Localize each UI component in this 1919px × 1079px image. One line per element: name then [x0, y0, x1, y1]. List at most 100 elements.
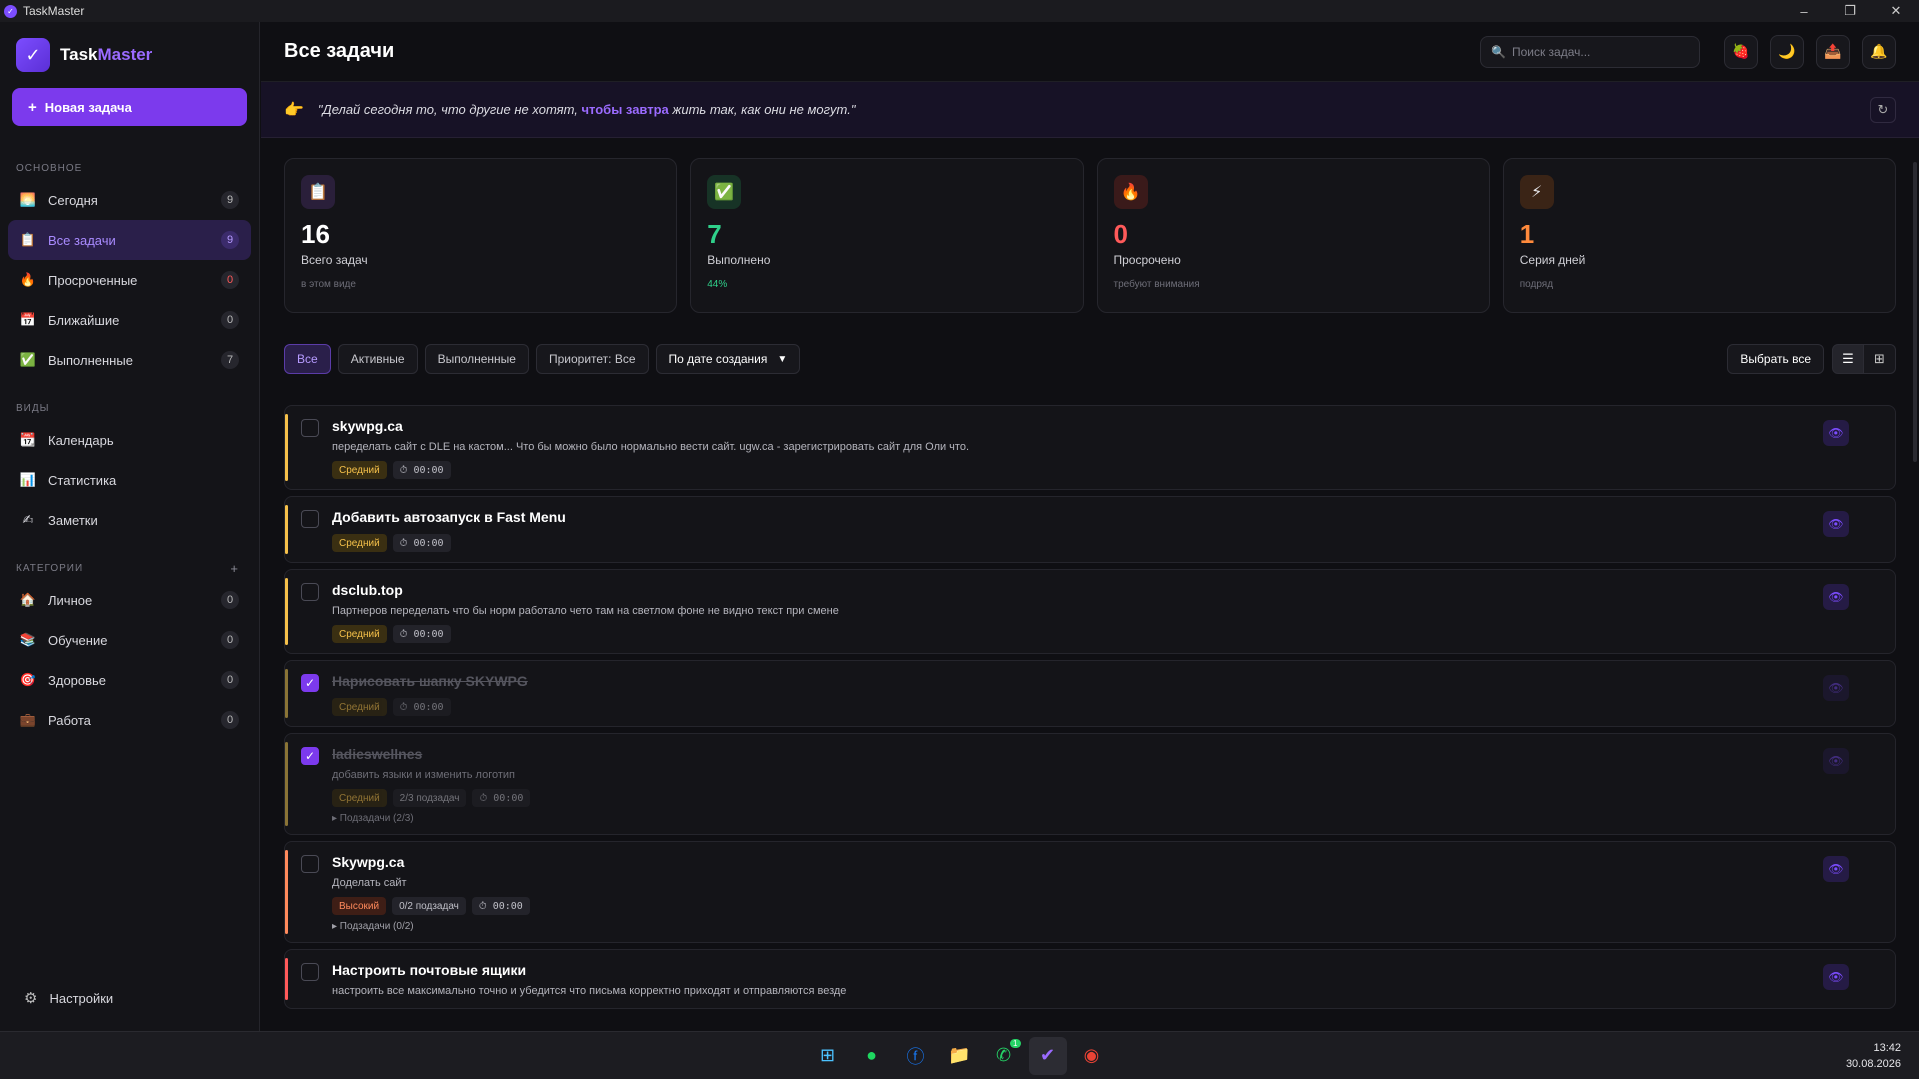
- sidebar-item-health[interactable]: 🎯 Здоровье 0: [8, 660, 251, 700]
- view-task-button[interactable]: 👁: [1823, 584, 1849, 610]
- whatsapp-icon[interactable]: ✆ 1: [985, 1037, 1023, 1075]
- view-task-button[interactable]: 👁: [1823, 856, 1849, 882]
- chrome-icon[interactable]: ◉: [1073, 1037, 1111, 1075]
- stat-value: 16: [301, 219, 330, 249]
- settings-button[interactable]: ⚙ Настройки: [8, 979, 252, 1017]
- plus-icon: +: [28, 98, 37, 116]
- view-task-button[interactable]: 👁: [1823, 511, 1849, 537]
- sidebar-item-personal[interactable]: 🏠 Личное 0: [8, 580, 251, 620]
- task-card[interactable]: dsclub.top Партнеров переделать что бы н…: [284, 569, 1896, 654]
- sidebar-item-upcoming[interactable]: 📅 Ближайшие 0: [8, 300, 251, 340]
- eye-icon: 👁: [1828, 590, 1844, 604]
- notification-badge: 1: [1010, 1038, 1021, 1048]
- export-button[interactable]: 📤: [1816, 34, 1850, 69]
- task-checkbox[interactable]: [301, 963, 319, 981]
- sidebar-item-all-tasks[interactable]: 📋 Все задачи 9: [8, 220, 251, 260]
- new-task-button[interactable]: + Новая задача: [12, 88, 247, 126]
- windows-start-icon[interactable]: ⊞: [809, 1037, 847, 1075]
- app-icon: ✓: [4, 4, 17, 18]
- quote-part2: жить так, как они не могут.": [668, 102, 856, 117]
- view-task-button[interactable]: 👁: [1823, 675, 1849, 701]
- inbox-icon: 📤: [1824, 43, 1842, 59]
- close-button[interactable]: ✕: [1873, 0, 1919, 22]
- task-description: настроить все максимально точно и убедит…: [332, 985, 847, 997]
- filter-priority[interactable]: Приоритет: Все: [535, 344, 649, 374]
- task-checkbox[interactable]: [301, 583, 319, 601]
- sidebar-item-today[interactable]: 🌅 Сегодня 9: [8, 180, 251, 220]
- task-card[interactable]: Настроить почтовые ящики настроить все м…: [284, 949, 1896, 1009]
- subtasks-toggle[interactable]: ▸ Подзадачи (2/3): [332, 813, 1835, 824]
- task-checkbox[interactable]: ✓: [301, 747, 319, 765]
- sidebar-item-label: Ближайшие: [48, 312, 120, 328]
- bell-icon: 🔔: [1870, 43, 1888, 59]
- quote-highlight: чтобы завтра: [581, 102, 669, 117]
- clock-date: 30.08.2026: [1845, 1058, 1901, 1070]
- calendar-icon: 📅: [19, 312, 37, 327]
- eye-icon: 👁: [1828, 862, 1844, 876]
- priority-chip: Средний: [332, 698, 387, 716]
- sidebar-item-learning[interactable]: 📚 Обучение 0: [8, 620, 251, 660]
- minimize-button[interactable]: –: [1781, 0, 1827, 22]
- stat-label: Серия дней: [1519, 253, 1586, 267]
- fire-icon: 🔥: [1113, 175, 1148, 209]
- task-card[interactable]: ✓ ladieswellnes добавить языки и изменит…: [284, 733, 1896, 835]
- search-input[interactable]: [1511, 44, 1692, 59]
- grid-view-button[interactable]: ⊞: [1864, 344, 1896, 374]
- taskmaster-taskbar-icon[interactable]: ✔: [1028, 1036, 1067, 1075]
- view-task-button[interactable]: 👁: [1823, 964, 1849, 990]
- fire-icon: 🔥: [19, 272, 37, 287]
- select-all-button[interactable]: Выбрать все: [1727, 344, 1824, 374]
- eye-icon: 👁: [1828, 970, 1844, 984]
- task-checkbox[interactable]: [301, 419, 319, 437]
- subtasks-toggle[interactable]: ▸ Подзадачи (0/2): [332, 921, 1835, 932]
- sidebar-item-calendar[interactable]: 📆 Календарь: [8, 420, 251, 460]
- task-card[interactable]: ✓ Нарисовать шапку SKYWPG Средний ⏱ 00:0…: [284, 660, 1896, 727]
- sort-select[interactable]: По дате создания ▼: [655, 344, 801, 374]
- file-explorer-icon[interactable]: 📁: [941, 1037, 979, 1075]
- filter-active[interactable]: Активные: [337, 344, 418, 374]
- sidebar-item-notes[interactable]: ✍ Заметки: [8, 500, 251, 540]
- view-task-button[interactable]: 👁: [1823, 420, 1849, 446]
- count-badge: 0: [221, 271, 239, 289]
- theme-toggle-button[interactable]: 🌙: [1770, 34, 1804, 69]
- maximize-button[interactable]: ❐: [1827, 0, 1873, 22]
- stat-card-streak: ⚡ 1 Серия дней подряд: [1502, 158, 1896, 313]
- task-checkbox[interactable]: [301, 510, 319, 528]
- task-checkbox[interactable]: [301, 855, 319, 873]
- sidebar-item-statistics[interactable]: 📊 Статистика: [8, 460, 251, 500]
- spotify-icon[interactable]: ●: [853, 1037, 891, 1075]
- filter-all[interactable]: Все: [284, 344, 331, 374]
- task-card[interactable]: skywpg.ca переделать сайт с DLE на касто…: [284, 405, 1896, 490]
- view-task-button[interactable]: 👁: [1823, 748, 1849, 774]
- priority-bar: [285, 414, 288, 481]
- stat-sub: 44%: [707, 279, 728, 290]
- count-badge: 0: [221, 591, 239, 609]
- sidebar-item-completed[interactable]: ✅ Выполненные 7: [8, 340, 251, 380]
- sidebar-item-work[interactable]: 💼 Работа 0: [8, 700, 251, 740]
- stat-label: Всего задач: [301, 253, 368, 267]
- priority-chip: Средний: [332, 461, 387, 479]
- refresh-quote-button[interactable]: ↻: [1870, 96, 1896, 123]
- count-badge: 0: [221, 631, 239, 649]
- facebook-icon[interactable]: ⓕ: [897, 1037, 935, 1075]
- notifications-button[interactable]: 🔔: [1862, 34, 1896, 69]
- target-icon: 🎯: [19, 672, 37, 687]
- strawberry-icon-button[interactable]: 🍓: [1724, 34, 1758, 69]
- task-card[interactable]: Skywpg.ca Доделать сайт Высокий 0/2 подз…: [284, 841, 1896, 943]
- task-checkbox[interactable]: ✓: [301, 674, 319, 692]
- filter-completed[interactable]: Выполненные: [424, 344, 529, 374]
- clipboard-icon: 📋: [301, 175, 335, 209]
- priority-bar: [285, 742, 288, 826]
- filters-bar: Все Активные Выполненные Приоритет: Все …: [261, 313, 1919, 385]
- sidebar-item-label: Все задачи: [48, 232, 116, 248]
- logo[interactable]: ✓ TaskMaster: [0, 22, 259, 88]
- sidebar-item-overdue[interactable]: 🔥 Просроченные 0: [8, 260, 251, 300]
- list-view-button[interactable]: ☰: [1832, 344, 1864, 374]
- add-category-button[interactable]: +: [230, 561, 239, 576]
- task-card[interactable]: Добавить автозапуск в Fast Menu Средний …: [284, 496, 1896, 563]
- search-box[interactable]: 🔍: [1480, 35, 1700, 68]
- clipboard-icon: 📋: [19, 232, 37, 247]
- priority-chip: Высокий: [332, 897, 387, 915]
- system-clock[interactable]: 13:42 30.08.2026: [1846, 1040, 1901, 1072]
- scrollbar[interactable]: [1913, 162, 1917, 462]
